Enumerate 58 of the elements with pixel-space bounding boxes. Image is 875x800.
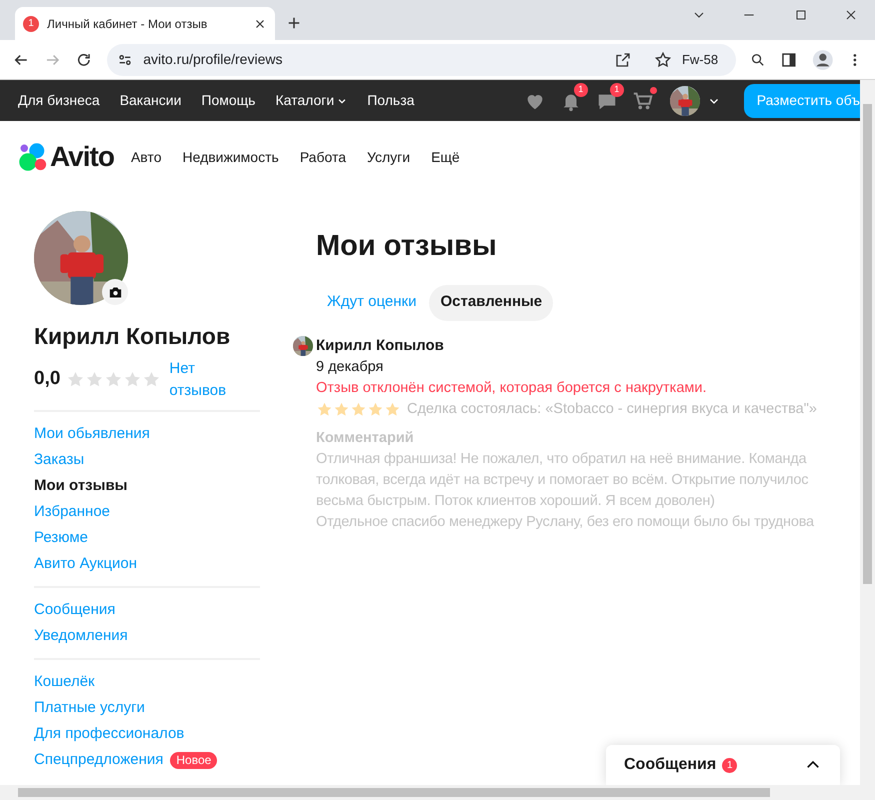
review-tab[interactable]: Оставленные — [429, 284, 554, 320]
star-icon — [85, 370, 104, 389]
browser-tab[interactable]: 1 Личный кабинет - Мои отзыв — [15, 7, 275, 40]
comment-text: весьма быстрым. Поток клиентов хороший. Я всем доволен) — [316, 492, 716, 511]
address-bar[interactable]: avito.ru/profile/reviews Fw-58 — [107, 44, 736, 76]
notification-badge: 1 — [574, 82, 588, 96]
review-author: Кирилл Копылов — [316, 336, 444, 356]
star-icon — [350, 401, 367, 418]
extension-label[interactable]: Fw-58 — [682, 50, 718, 70]
messages-widget[interactable]: Сообщения 1 — [606, 745, 840, 785]
star-icon — [367, 401, 384, 418]
new-badge: Новое — [170, 752, 218, 769]
page-title: Мои отзывы — [316, 229, 498, 264]
review-date: 9 декабря — [316, 358, 384, 377]
star-icon — [333, 401, 350, 418]
change-photo-button[interactable] — [102, 279, 128, 305]
unread-badge: 1 — [722, 758, 738, 772]
category-link[interactable]: Услуги — [367, 146, 410, 168]
star-icon — [142, 370, 162, 389]
profile-name: Кирилл Копылов — [34, 322, 232, 351]
category-link[interactable]: Ещё — [431, 146, 460, 168]
rating-value: 0,0 — [34, 367, 60, 392]
star-icon — [104, 370, 124, 389]
comment-label: Комментарий — [316, 429, 415, 448]
vertical-scrollbar[interactable] — [860, 80, 875, 785]
side-panel-icon[interactable] — [780, 50, 798, 68]
cart-icon[interactable] — [632, 90, 654, 112]
category-link[interactable]: Недвижимость — [182, 146, 279, 168]
widget-title: Сообщения — [624, 755, 716, 775]
star-icon — [123, 370, 142, 389]
nav-link[interactable]: Каталоги — [275, 90, 348, 111]
avito-logo[interactable]: Avito — [18, 136, 114, 178]
notification-badge: 1 — [610, 82, 624, 96]
category-link[interactable]: Авто — [130, 146, 162, 168]
star-icon — [66, 370, 86, 389]
nav-link[interactable]: Помощь — [201, 90, 256, 111]
comment-text: Отдельное спасибо менеджеру Руслану, без его помощи было бы труднова — [316, 513, 815, 532]
deal-text: Сделка состоялась: «Stobacco - синергия вкуса и качества"» — [407, 400, 817, 419]
tab-title: Личный кабинет - Мои отзыв — [47, 16, 208, 32]
star-icon — [384, 401, 401, 418]
search-icon[interactable] — [750, 52, 766, 68]
comment-text: толковая, всегда идёт на встречу и помогает во всём. Открытие получилос — [316, 471, 810, 490]
menu-link[interactable]: Мои отзывы — [34, 475, 128, 498]
nav-link[interactable]: Для бизнеса — [18, 90, 100, 111]
nav-link[interactable]: Вакансии — [120, 90, 182, 111]
comment-text: Отличная франшиза! Не пожалел, что обратил на неё внимание. Команда — [316, 450, 808, 469]
camera-icon — [108, 284, 122, 300]
category-link[interactable]: Работа — [300, 146, 346, 168]
profile-icon[interactable] — [812, 48, 834, 70]
tab-badge: 1 — [23, 16, 39, 32]
logo-dots-icon — [18, 142, 48, 172]
share-icon[interactable] — [614, 50, 632, 68]
review-status: Отзыв отклонён системой, которая борется с накрутками. — [316, 379, 708, 398]
star-icon — [316, 401, 333, 418]
url-text: avito.ru/profile/reviews — [143, 50, 284, 69]
horizontal-scrollbar[interactable] — [0, 785, 875, 800]
star-icon[interactable] — [654, 50, 672, 68]
nav-link[interactable]: Польза — [367, 90, 414, 111]
